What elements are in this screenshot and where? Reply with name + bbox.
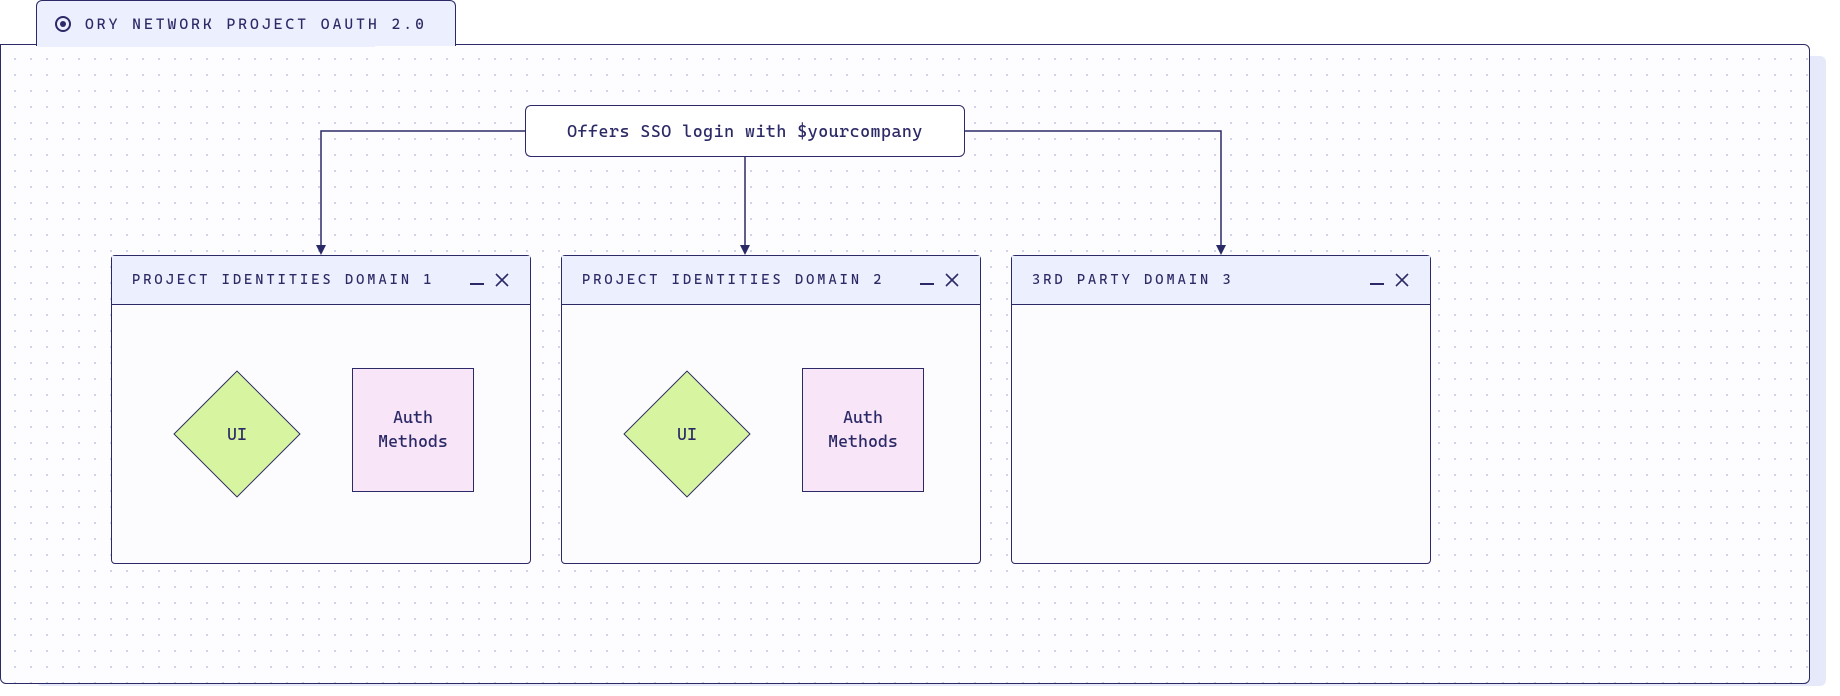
window-controls [920, 272, 960, 288]
auth-methods-label: Auth Methods [813, 406, 913, 454]
window-header: Project Identities Domain 1 [112, 256, 530, 305]
ui-node-label: UI [677, 424, 697, 444]
minimize-icon[interactable] [920, 283, 934, 285]
sso-root-label: Offers SSO login with $yourcompany [567, 121, 923, 141]
close-icon[interactable] [494, 272, 510, 288]
window-body [1012, 305, 1430, 563]
window-header: Project Identities Domain 2 [562, 256, 980, 305]
sso-root-node: Offers SSO login with $yourcompany [525, 105, 965, 157]
window-domain-1: Project Identities Domain 1 UI Auth Meth… [111, 255, 531, 564]
window-controls [1370, 272, 1410, 288]
tab-oauth[interactable]: Ory Network Project OAuth 2.0 [36, 0, 456, 46]
record-icon [55, 16, 71, 32]
tab-label: Ory Network Project OAuth 2.0 [85, 15, 427, 33]
ui-node: UI [178, 375, 296, 493]
window-body: UI Auth Methods [112, 305, 530, 563]
auth-methods-node: Auth Methods [352, 368, 474, 492]
window-title: 3rd Party Domain 3 [1032, 272, 1234, 288]
minimize-icon[interactable] [1370, 283, 1384, 285]
auth-methods-label: Auth Methods [363, 406, 463, 454]
window-header: 3rd Party Domain 3 [1012, 256, 1430, 305]
window-controls [470, 272, 510, 288]
window-title: Project Identities Domain 1 [132, 272, 434, 288]
auth-methods-node: Auth Methods [802, 368, 924, 492]
minimize-icon[interactable] [470, 283, 484, 285]
tab-mask [38, 44, 375, 47]
window-title: Project Identities Domain 2 [582, 272, 884, 288]
main-panel: Offers SSO login with $yourcompany Proje… [0, 44, 1810, 684]
ui-node-label: UI [227, 424, 247, 444]
window-domain-3: 3rd Party Domain 3 [1011, 255, 1431, 564]
window-body: UI Auth Methods [562, 305, 980, 563]
ui-node: UI [628, 375, 746, 493]
window-domain-2: Project Identities Domain 2 UI Auth Meth… [561, 255, 981, 564]
close-icon[interactable] [944, 272, 960, 288]
close-icon[interactable] [1394, 272, 1410, 288]
